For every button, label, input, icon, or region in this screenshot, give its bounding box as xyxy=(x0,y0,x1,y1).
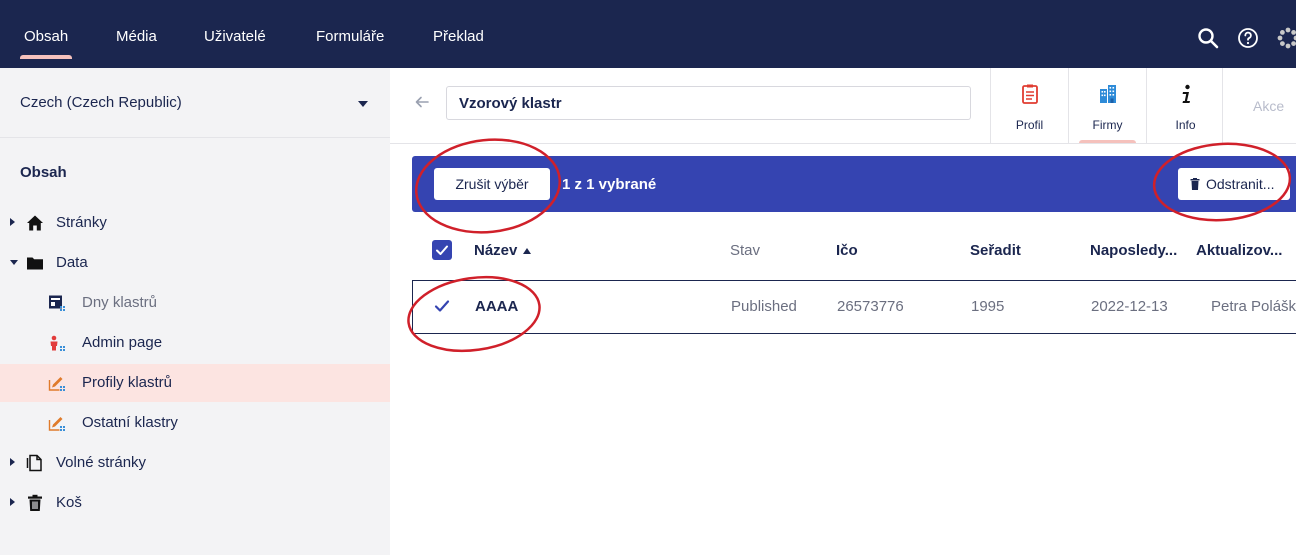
cell-status: Published xyxy=(731,298,797,315)
column-header-name[interactable]: Název xyxy=(474,242,532,259)
column-header-updated-by[interactable]: Aktualizov... xyxy=(1196,242,1282,259)
column-header-last-published[interactable]: Naposledy... xyxy=(1090,242,1177,259)
section-title: Obsah xyxy=(20,164,67,181)
cell-sort: 1995 xyxy=(971,298,1005,315)
info-icon xyxy=(1182,84,1190,103)
tree-item-label: Koš xyxy=(56,494,82,511)
people-icon xyxy=(50,335,65,351)
sort-ascending-icon xyxy=(523,248,532,255)
tree-item-label: Dny klastrů xyxy=(82,294,158,311)
language-select[interactable]: Czech (Czech Republic) xyxy=(0,68,390,138)
selection-bar: Zrušit výběr 1 z 1 vybrané Odstranit... xyxy=(412,156,1296,212)
top-navigation: Obsah Média Uživatelé Formuláře Překlad xyxy=(0,0,1296,68)
settings-icon[interactable] xyxy=(1276,26,1296,50)
tree-item-label: Stránky xyxy=(56,214,107,231)
tree-item-other-clusters[interactable]: Ostatní klastry xyxy=(0,404,390,442)
chevron-down-icon xyxy=(358,101,368,107)
tree-item-cluster-profiles[interactable]: Profily klastrů xyxy=(0,364,390,402)
edit-grid-icon xyxy=(48,377,65,391)
tree-item-trash[interactable]: Koš xyxy=(0,484,390,522)
home-icon xyxy=(27,215,43,231)
clipboard-icon xyxy=(1022,84,1038,104)
expand-arrow-icon[interactable] xyxy=(10,218,15,226)
back-arrow-icon[interactable] xyxy=(414,94,430,110)
actions-button[interactable]: Akce xyxy=(1222,68,1296,144)
expand-arrow-icon[interactable] xyxy=(10,498,15,506)
sidebar: Czech (Czech Republic) Obsah Stránky Dat… xyxy=(0,68,390,555)
tree-item-pages[interactable]: Stránky xyxy=(0,204,390,242)
tree-item-free-pages[interactable]: Volné stránky xyxy=(0,444,390,482)
tab-info[interactable]: Info xyxy=(1146,68,1224,144)
cell-updated-by: Petra Polášková xyxy=(1211,298,1296,315)
cell-ico: 26573776 xyxy=(837,298,904,315)
tab-profile[interactable]: Profil xyxy=(990,68,1068,144)
nav-item-translation[interactable]: Překlad xyxy=(433,0,484,68)
document-icon xyxy=(26,454,42,472)
folder-icon xyxy=(27,257,43,270)
nav-item-media[interactable]: Média xyxy=(116,0,157,68)
table-row[interactable]: AAAA Published 26573776 1995 2022-12-13 … xyxy=(412,280,1296,334)
tab-label: Firmy xyxy=(1092,118,1123,132)
tree-item-label: Ostatní klastry xyxy=(82,414,178,431)
column-header-ico[interactable]: Ičo xyxy=(836,242,858,259)
column-header-sort[interactable]: Seřadit xyxy=(970,242,1021,259)
tree-item-data[interactable]: Data xyxy=(0,244,390,282)
tab-companies[interactable]: Firmy xyxy=(1068,68,1146,144)
cell-last-published: 2022-12-13 xyxy=(1091,298,1168,315)
check-icon xyxy=(436,245,448,255)
tab-label: Profil xyxy=(1015,118,1044,132)
header-divider xyxy=(390,143,1296,144)
table-header: Název Stav Ičo Seřadit Naposledy... Aktu… xyxy=(412,222,1296,278)
nav-item-obsah[interactable]: Obsah xyxy=(19,0,73,68)
tree-item-admin-page[interactable]: Admin page xyxy=(0,324,390,362)
delete-label: Odstranit... xyxy=(1206,176,1275,192)
tree-item-label: Admin page xyxy=(82,334,163,351)
clear-selection-button[interactable]: Zrušit výběr xyxy=(434,168,550,200)
search-icon[interactable] xyxy=(1196,26,1220,50)
nav-item-forms[interactable]: Formuláře xyxy=(316,0,384,68)
row-selected-check-icon[interactable] xyxy=(433,297,451,315)
tree-item-cluster-days[interactable]: Dny klastrů xyxy=(0,284,390,322)
edit-grid-icon xyxy=(48,417,65,431)
tree-item-label: Profily klastrů xyxy=(82,374,173,391)
language-label: Czech (Czech Republic) xyxy=(20,94,182,111)
building-icon xyxy=(1100,85,1116,103)
tree-item-label: Data xyxy=(56,254,88,271)
nav-item-users[interactable]: Uživatelé xyxy=(204,0,266,68)
selection-count: 1 z 1 vybrané xyxy=(562,176,657,193)
tree-item-label: Volné stránky xyxy=(56,454,147,471)
trash-icon xyxy=(1190,178,1200,190)
cell-name[interactable]: AAAA xyxy=(475,298,518,315)
column-header-status[interactable]: Stav xyxy=(730,242,760,259)
help-icon[interactable] xyxy=(1236,26,1260,50)
trash-icon xyxy=(28,494,42,511)
actions-label: Akce xyxy=(1253,98,1285,114)
expand-arrow-icon[interactable] xyxy=(10,458,15,466)
select-all-checkbox[interactable] xyxy=(432,240,452,260)
node-name-input[interactable] xyxy=(446,86,971,120)
calendar-grid-icon xyxy=(49,295,65,311)
tab-label: Info xyxy=(1175,118,1196,132)
collapse-arrow-icon[interactable] xyxy=(10,260,18,265)
delete-button[interactable]: Odstranit... xyxy=(1178,168,1290,200)
